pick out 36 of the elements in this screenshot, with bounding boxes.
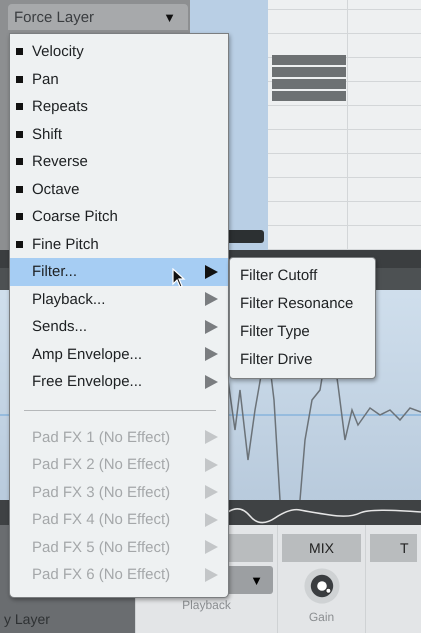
mouse-pointer-icon [172, 268, 186, 288]
layer-label: y Layer [4, 611, 50, 627]
scroll-handle[interactable] [226, 230, 264, 243]
menu-item[interactable]: Filter Cutoff [230, 261, 375, 289]
menu-item[interactable]: Reverse [10, 148, 228, 176]
submenu-arrow-icon [205, 430, 218, 444]
bullet-icon [16, 103, 23, 110]
submenu-arrow-icon [205, 568, 218, 582]
menu-item[interactable]: Fine Pitch [10, 230, 228, 258]
menu-item[interactable]: Filter Type [230, 317, 375, 345]
menu-item[interactable]: Coarse Pitch [10, 203, 228, 230]
submenu-arrow-icon [205, 458, 218, 472]
menu-item[interactable]: Filter... [10, 258, 228, 286]
bullet-icon [16, 213, 23, 220]
bullet-icon [16, 240, 23, 248]
submenu-arrow-icon [205, 540, 218, 554]
bullet-icon [16, 48, 23, 56]
menu-item[interactable]: Repeats [10, 93, 228, 120]
bullet-icon [16, 186, 23, 193]
section-header: T [370, 534, 417, 562]
menu-item[interactable]: Filter Drive [230, 345, 375, 373]
menu-item[interactable]: Velocity [10, 38, 228, 66]
submenu-arrow-icon [205, 512, 218, 527]
gain-knob[interactable] [302, 566, 342, 606]
bullet-icon [16, 76, 23, 83]
mode-caption: Playback [182, 598, 231, 612]
section-header: MIX [282, 534, 361, 562]
menu-item[interactable]: Octave [10, 176, 228, 203]
menu-item[interactable]: Shift [10, 120, 228, 148]
bullet-icon [16, 158, 23, 166]
bullet-icon [16, 130, 23, 138]
menu-item[interactable]: Filter Resonance [230, 289, 375, 317]
menu-item[interactable]: Pan [10, 66, 228, 93]
gain-caption: Gain [308, 610, 334, 624]
force-layer-dropdown[interactable]: Force Layer ▼ [8, 4, 188, 30]
submenu-arrow-icon [205, 485, 218, 500]
